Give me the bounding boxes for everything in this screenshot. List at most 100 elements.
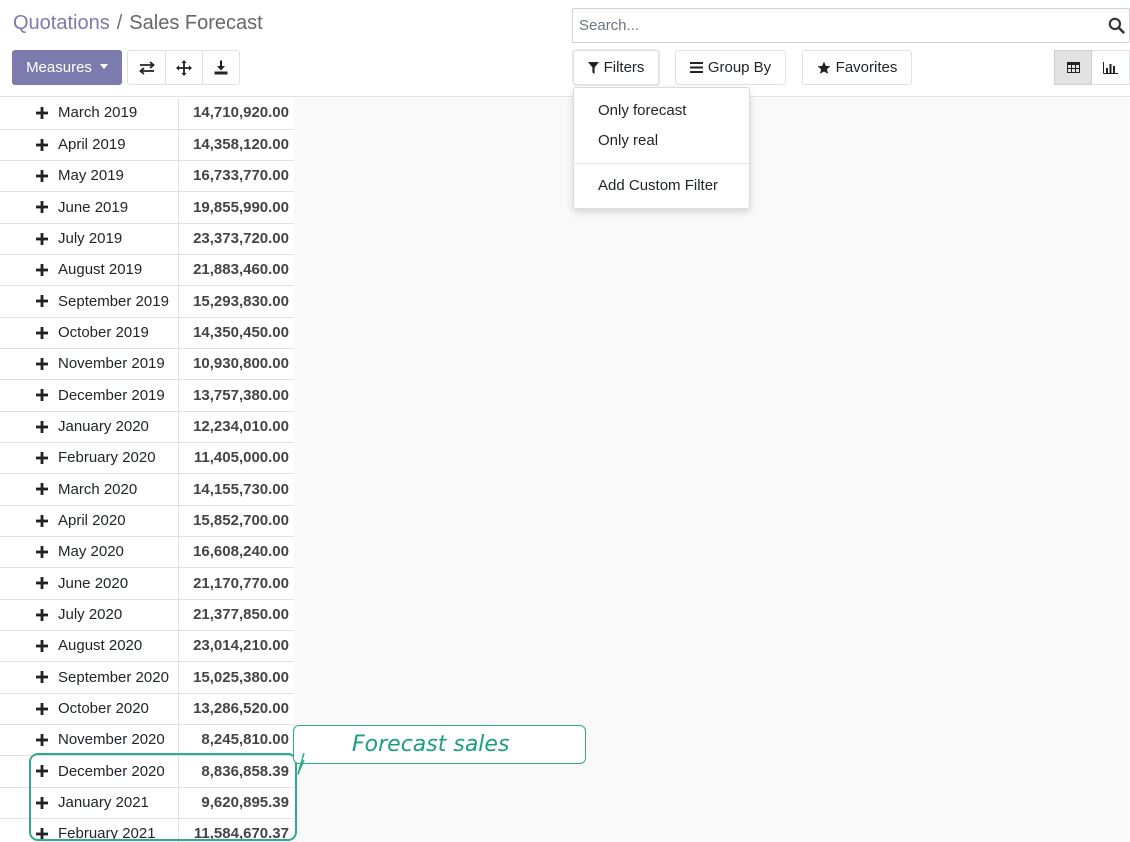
pivot-row: April 2019 14,358,120.00 <box>0 129 294 162</box>
pivot-cell-value[interactable]: 16,608,240.00 <box>178 536 294 569</box>
group-by-button[interactable]: Group By <box>675 50 786 85</box>
pivot-cell-value[interactable]: 19,855,990.00 <box>178 191 294 224</box>
pivot-row-label: May 2019 <box>58 167 124 185</box>
pivot-row-header[interactable]: September 2020 <box>0 661 179 694</box>
filters-button[interactable]: Filters <box>573 50 659 85</box>
pivot-row-label: January 2020 <box>58 417 149 435</box>
pivot-row: June 2020 21,170,770.00 <box>0 567 294 600</box>
pivot-row: December 2020 8,836,858.39 <box>0 755 294 788</box>
pivot-cell-value[interactable]: 15,852,700.00 <box>178 505 294 538</box>
pivot-cell-value[interactable]: 9,620,895.39 <box>178 787 294 820</box>
add-custom-filter-item[interactable]: Add Custom Filter <box>598 177 718 194</box>
filter-only-forecast[interactable]: Only forecast <box>598 102 686 119</box>
pivot-cell-value[interactable]: 23,373,720.00 <box>178 223 294 256</box>
pivot-cell-value[interactable]: 21,883,460.00 <box>178 254 294 287</box>
expand-all-icon <box>176 59 192 76</box>
pivot-row-label: June 2020 <box>58 574 129 592</box>
pivot-cell-value[interactable]: 23,014,210.00 <box>178 630 294 663</box>
pivot-cell-value[interactable]: 15,025,380.00 <box>178 661 294 694</box>
breadcrumb-quotations-link[interactable]: Quotations <box>13 12 110 34</box>
pivot-row-header[interactable]: May 2019 <box>0 160 179 193</box>
pivot-cell-value[interactable]: 10,930,800.00 <box>178 348 294 381</box>
pivot-row-label: July 2019 <box>58 229 123 247</box>
favorites-button[interactable]: Favorites <box>802 50 912 85</box>
pivot-row-header[interactable]: November 2020 <box>0 724 179 757</box>
pivot-cell-value[interactable]: 16,733,770.00 <box>178 160 294 193</box>
pivot-cell-value[interactable]: 14,710,920.00 <box>178 98 294 130</box>
pivot-row-header[interactable]: July 2020 <box>0 599 179 632</box>
callout-tail <box>297 752 305 775</box>
plus-icon <box>36 232 48 245</box>
pivot-cell-value[interactable]: 21,377,850.00 <box>178 599 294 632</box>
pivot-cell-value[interactable]: 13,757,380.00 <box>178 379 294 412</box>
pivot-row: October 2019 14,350,450.00 <box>0 317 294 350</box>
pivot-cell-value[interactable]: 15,293,830.00 <box>178 285 294 318</box>
plus-icon <box>36 671 48 684</box>
pivot-cell-value[interactable]: 14,155,730.00 <box>178 473 294 506</box>
pivot-cell-value[interactable]: 13,286,520.00 <box>178 693 294 726</box>
pivot-row-header[interactable]: April 2019 <box>0 129 179 162</box>
search-input[interactable] <box>579 9 1079 42</box>
pivot-row-header[interactable]: March 2020 <box>0 473 179 506</box>
filter-only-real[interactable]: Only real <box>598 132 658 149</box>
pivot-row-header[interactable]: August 2020 <box>0 630 179 663</box>
pivot-table-body: March 2019 14,710,920.00 April 2019 14,358,… <box>0 98 294 842</box>
plus-icon <box>36 420 48 433</box>
pivot-cell-value[interactable]: 12,234,010.00 <box>178 411 294 444</box>
pivot-row-header[interactable]: August 2019 <box>0 254 179 287</box>
pivot-row-header[interactable]: April 2020 <box>0 505 179 538</box>
plus-icon <box>36 170 48 183</box>
pivot-cell-value[interactable]: 8,836,858.39 <box>178 755 294 788</box>
pivot-row: August 2019 21,883,460.00 <box>0 254 294 287</box>
pivot-tool-group <box>127 50 240 85</box>
plus-icon <box>36 796 48 809</box>
pivot-row-header[interactable]: December 2020 <box>0 755 179 788</box>
pivot-row: February 2021 11,584,670.37 <box>0 818 294 842</box>
plus-icon <box>36 734 48 747</box>
bars-icon <box>689 62 703 73</box>
pivot-row: January 2021 9,620,895.39 <box>0 787 294 820</box>
pivot-row-header[interactable]: March 2019 <box>0 98 179 130</box>
pivot-cell-value[interactable]: 11,405,000.00 <box>178 442 294 475</box>
plus-icon <box>36 358 48 371</box>
pivot-row-header[interactable]: November 2019 <box>0 348 179 381</box>
plus-icon <box>36 546 48 559</box>
flip-axis-icon <box>138 60 155 75</box>
pivot-cell-value[interactable]: 14,350,450.00 <box>178 317 294 350</box>
expand-all-button[interactable] <box>165 51 202 84</box>
pivot-row-header[interactable]: May 2020 <box>0 536 179 569</box>
pivot-row-header[interactable]: February 2021 <box>0 818 179 842</box>
search-icon[interactable] <box>1108 17 1125 34</box>
pivot-row-header[interactable]: October 2020 <box>0 693 179 726</box>
pivot-row-header[interactable]: September 2019 <box>0 285 179 318</box>
breadcrumb: Quotations / Sales Forecast <box>13 11 263 35</box>
pivot-row: May 2020 16,608,240.00 <box>0 536 294 569</box>
pivot-cell-value[interactable]: 11,584,670.37 <box>178 818 294 842</box>
graph-view-button[interactable] <box>1092 50 1130 85</box>
favorites-label: Favorites <box>835 59 898 76</box>
pivot-row-label: July 2020 <box>58 605 123 623</box>
flip-axis-button[interactable] <box>128 51 165 84</box>
pivot-cell-value[interactable]: 8,245,810.00 <box>178 724 294 757</box>
pivot-row: September 2019 15,293,830.00 <box>0 285 294 318</box>
pivot-view-button[interactable] <box>1054 50 1092 85</box>
pivot-row-header[interactable]: June 2019 <box>0 191 179 224</box>
pivot-row-header[interactable]: June 2020 <box>0 567 179 600</box>
pivot-cell-value[interactable]: 14,358,120.00 <box>178 129 294 162</box>
pivot-cell-value[interactable]: 21,170,770.00 <box>178 567 294 600</box>
pivot-row-header[interactable]: February 2020 <box>0 442 179 475</box>
download-icon <box>214 60 228 75</box>
plus-icon <box>36 201 48 214</box>
pivot-row-label: March 2020 <box>58 480 138 498</box>
measures-button[interactable]: Measures <box>12 50 122 85</box>
pivot-row-label: December 2019 <box>58 386 165 404</box>
pivot-row-header[interactable]: January 2021 <box>0 787 179 820</box>
pivot-row-header[interactable]: January 2020 <box>0 411 179 444</box>
pivot-row-header[interactable]: December 2019 <box>0 379 179 412</box>
download-button[interactable] <box>202 51 239 84</box>
pivot-row-header[interactable]: October 2019 <box>0 317 179 350</box>
pivot-table: March 2019 14,710,920.00 April 2019 14,358,… <box>0 98 294 842</box>
pivot-row-header[interactable]: July 2019 <box>0 223 179 256</box>
plus-icon <box>36 483 48 496</box>
pivot-row-label: February 2021 <box>58 825 156 842</box>
